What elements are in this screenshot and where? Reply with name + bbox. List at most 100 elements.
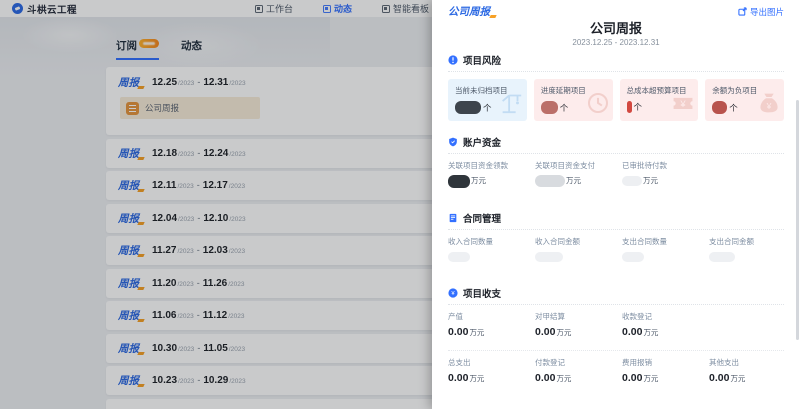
section-title: 账户资金 [463,135,501,149]
moneybag-icon: ¥ [757,91,781,120]
modal-scrollbar[interactable] [796,100,799,340]
coin-icon: ¥ [448,288,458,298]
section-title: 合同管理 [463,211,501,225]
field-value: 0.00万元 [622,326,709,338]
unit-label: 万元 [566,175,581,186]
export-label: 导出图片 [750,6,784,18]
field-row: 收入合同数量收入合同金额支出合同数量支出合同金额 [448,230,784,274]
risk-card-value: 个 [541,101,569,114]
report-section: ¥项目收支产值0.00万元对甲结算0.00万元收款登记0.00万元总支出0.00… [448,286,784,395]
risk-card-value: 个 [712,101,738,114]
field-number: 0.00 [535,372,555,384]
field-value [535,251,622,263]
report-section: 账户资金关联项目资金领款万元关联项目资金支付万元已审批待付款万元 [448,135,784,199]
unit-label: 万元 [556,373,571,384]
field-value: 0.00万元 [535,372,622,384]
report-sections: 项目风险当前未归档项目个进度延期项目个总成本超预算项目个¥余额为负项目个¥账户资… [448,53,784,409]
field-label: 收入合同金额 [535,236,622,247]
risk-card: 当前未归档项目个 [448,79,527,121]
field-row: 产值0.00万元对甲结算0.00万元收款登记0.00万元 [448,305,784,349]
field: 对甲结算 0.00万元 [535,311,622,338]
unit-label: 个 [560,102,569,114]
export-icon [738,7,747,16]
section-title: 项目收支 [463,286,501,300]
field: 付款登记 0.00万元 [535,357,622,384]
svg-text:¥: ¥ [766,101,772,111]
ticket-icon: ¥ [671,91,695,120]
app-window: 斗栱云工程 工作台动态智能看板 订阅 动态 周报12.25/2023-12.31… [0,0,800,409]
company-report-logo: 公司周报 [448,4,490,19]
risk-card: 余额为负项目个¥ [705,79,784,121]
field: 关联项目资金支付万元 [535,160,622,188]
redacted-value [541,101,558,114]
redacted-value [535,252,563,262]
risk-card-value: 个 [455,101,492,114]
field-label: 支出合同金额 [709,236,796,247]
crane-icon [498,89,524,120]
contract-icon [448,213,458,223]
section-title: 项目风险 [463,53,501,67]
svg-text:¥: ¥ [680,98,687,109]
modal-header: 公司周报 导出图片 [448,4,784,19]
field-label: 产值 [448,311,535,322]
redacted-value [448,175,470,188]
field-value: 0.00万元 [448,326,535,338]
field-value [709,251,796,263]
redacted-value [622,176,642,186]
field-label: 付款登记 [535,357,622,368]
section-header: 项目风险 [448,53,784,72]
redacted-value [622,252,644,262]
unit-label: 个 [634,101,643,113]
section-header: 账户资金 [448,135,784,154]
field-number: 0.00 [622,372,642,384]
field-number: 0.00 [535,326,555,338]
field: 已审批待付款万元 [622,160,709,188]
field-number: 0.00 [709,372,729,384]
redacted-value [709,252,735,262]
weekly-report-modal: 公司周报 导出图片 公司周报 2023.12.25 - 2023.12.31 项… [432,0,800,409]
field-label: 收入合同数量 [448,236,535,247]
field-number: 0.00 [448,372,468,384]
field-value: 万元 [535,175,622,187]
field-label: 对甲结算 [535,311,622,322]
field: 收款登记 0.00万元 [622,311,709,338]
report-section: 合同管理收入合同数量收入合同金额支出合同数量支出合同金额 [448,211,784,274]
section-header: 合同管理 [448,211,784,230]
field-value: 0.00万元 [622,372,709,384]
field-value: 0.00万元 [448,372,535,384]
field-label: 支出合同数量 [622,236,709,247]
report-section: 项目风险当前未归档项目个进度延期项目个总成本超预算项目个¥余额为负项目个¥ [448,53,784,121]
unit-label: 万元 [471,175,486,186]
field-value: 0.00万元 [535,326,622,338]
unit-label: 万元 [469,327,484,338]
field-label: 关联项目资金支付 [535,160,622,171]
shield-icon [448,137,458,147]
field-label: 收款登记 [622,311,709,322]
report-title: 公司周报 [448,21,784,36]
field-label: 其他支出 [709,357,796,368]
risk-cards: 当前未归档项目个进度延期项目个总成本超预算项目个¥余额为负项目个¥ [448,79,784,121]
risk-card-value: 个 [627,101,643,113]
field: 收入合同金额 [535,236,622,263]
redacted-value [535,175,565,187]
risk-card: 总成本超预算项目个¥ [620,79,699,121]
field-value: 万元 [448,175,535,188]
field: 收入合同数量 [448,236,535,263]
field-number: 0.00 [622,326,642,338]
unit-label: 个 [729,102,738,114]
unit-label: 个 [483,102,492,114]
risk-card: 进度延期项目个 [534,79,613,121]
field-label: 已审批待付款 [622,160,709,171]
field-label: 总支出 [448,357,535,368]
export-image-button[interactable]: 导出图片 [738,6,784,18]
unit-label: 万元 [730,373,745,384]
report-date-range: 2023.12.25 - 2023.12.31 [448,38,784,47]
field-row: 总支出0.00万元付款登记0.00万元费用报销0.00万元其他支出0.00万元 [448,350,784,395]
field: 支出合同数量 [622,236,709,263]
unit-label: 万元 [643,373,658,384]
unit-label: 万元 [556,327,571,338]
unit-label: 万元 [643,175,658,186]
field: 关联项目资金领款万元 [448,160,535,188]
redacted-value [455,101,481,114]
field-value: 万元 [622,175,709,187]
